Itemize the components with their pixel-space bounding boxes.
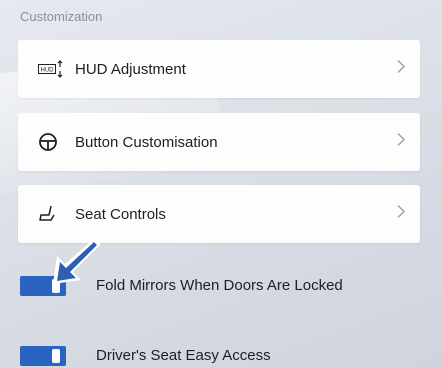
easy-access-toggle[interactable] [20, 346, 66, 366]
steering-wheel-icon [38, 132, 58, 152]
easy-access-label: Driver's Seat Easy Access [96, 347, 271, 364]
button-customisation-item[interactable]: Button Customisation [18, 113, 420, 171]
section-title: Customization [20, 9, 103, 24]
pointer-arrow-icon [43, 234, 103, 299]
chevron-right-icon [396, 204, 406, 225]
seat-controls-label: Seat Controls [75, 205, 166, 223]
hud-icon: HUD [38, 59, 64, 79]
hud-adjustment-label: HUD Adjustment [75, 60, 186, 78]
hud-adjustment-item[interactable]: HUD HUD Adjustment [18, 40, 420, 98]
toggle-knob [52, 349, 60, 363]
fold-mirrors-label: Fold Mirrors When Doors Are Locked [96, 277, 343, 294]
chevron-right-icon [396, 59, 406, 80]
seat-icon [38, 204, 58, 224]
button-customisation-label: Button Customisation [75, 133, 218, 151]
svg-text:HUD: HUD [41, 68, 55, 74]
chevron-right-icon [396, 132, 406, 153]
